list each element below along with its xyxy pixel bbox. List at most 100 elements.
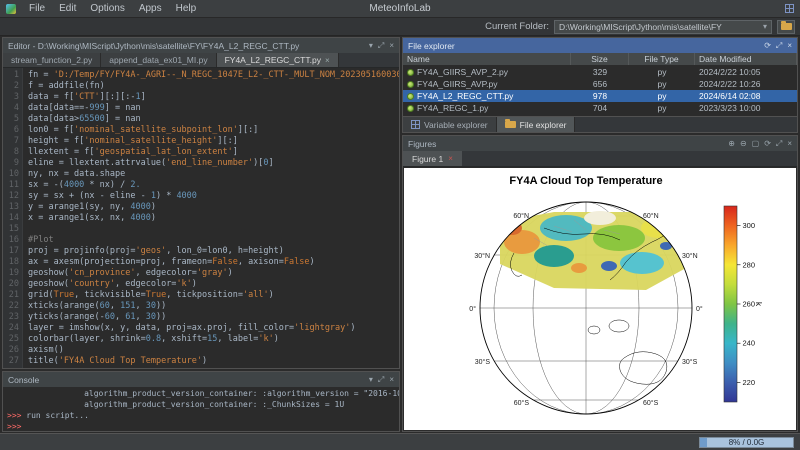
file-explorer-panel: File explorer ⟳ ⤢ × NameSizeFile TypeDat… [402,37,798,133]
map-figure[interactable]: FY4A Cloud Top Temperature [404,168,796,430]
editor-panel-title: Editor - D:\Working\MIScript\Jython\mis\… [8,41,299,51]
editor-tab[interactable]: FY4A_L2_REGC_CTT.py× [217,53,339,67]
memory-usage-indicator: 8% / 0.0G [699,437,794,448]
colorbar-tick-label: 220 [743,378,756,387]
editor-panel-header: Editor - D:\Working\MIScript\Jython\mis\… [3,38,399,53]
menu-bar: FileEditOptionsAppsHelp MeteoInfoLab [0,0,800,18]
python-file-icon [407,93,414,100]
figures-panel-header: Figures ⊕ ⊖ ▢ ⟳ ⤢ × [403,136,797,151]
python-file-icon [407,81,414,88]
folder-icon [781,23,792,30]
column-header[interactable]: File Type [629,53,695,65]
console-float-icon[interactable]: ⤢ [378,375,384,385]
figure-title: FY4A Cloud Top Temperature [509,175,662,187]
column-header[interactable]: Name [403,53,571,65]
figure-tab[interactable]: Figure 1 × [403,151,462,166]
column-header[interactable]: Size [571,53,629,65]
colorbar-label: k [754,302,764,307]
figure-tab-bar: Figure 1 × [403,151,797,167]
refresh-icon[interactable]: ⟳ [764,139,771,148]
console-close-icon[interactable]: × [389,375,394,384]
editor-tab[interactable]: stream_function_2.py [3,53,101,67]
colorbar-tick-label: 240 [743,339,756,348]
editor-panel: Editor - D:\Working\MIScript\Jython\mis\… [2,37,400,369]
code-editor[interactable]: 1234567891011121314151617181920212223242… [3,68,399,368]
figure-tab-close-icon[interactable]: × [448,154,453,163]
menu-apps[interactable]: Apps [132,2,169,15]
graticule-label: 60°S [643,399,659,407]
line-number-gutter: 1234567891011121314151617181920212223242… [3,68,23,368]
colorbar-tick-label: 280 [743,260,756,269]
figure-tab-label: Figure 1 [412,154,443,164]
graticule-label: 60°N [513,212,529,220]
zoom-out-icon[interactable]: ⊖ [740,139,747,148]
colorbar-tick-label: 300 [743,221,756,230]
status-bar: 8% / 0.0G [0,433,800,450]
panel-tab-variable-explorer[interactable]: Variable explorer [403,117,497,132]
browse-folder-button[interactable] [777,20,795,34]
colorbar: 300 280 260 240 220 k [724,206,764,402]
satellite-data-layer [500,211,686,290]
explorer-refresh-icon[interactable]: ⟳ [764,41,771,50]
table-header-row: NameSizeFile TypeDate Modified [403,53,797,66]
graticule-label: 60°N [643,212,659,220]
app-logo-icon [6,4,16,14]
file-row[interactable]: FY4A_L2_REGC_CTT.py978py2024/6/14 02:08 [403,90,797,102]
explorer-bottom-tabs: Variable explorerFile explorer [403,116,797,132]
graticule-label: 30°S [475,358,491,366]
console-menu-icon[interactable]: ▾ [369,375,373,384]
apps-grid-icon[interactable] [785,4,794,13]
current-folder-input[interactable]: D:\Working\MIScript\Jython\mis\satellite… [554,20,772,34]
graticule-label: 0° [696,305,703,313]
file-table: NameSizeFile TypeDate ModifiedFY4A_GIIRS… [403,53,797,116]
editor-menu-icon[interactable]: ▾ [369,41,373,50]
console-panel-header: Console ▾ ⤢ × [3,372,399,387]
colorbar-tick-label: 260 [743,300,756,309]
explorer-float-icon[interactable]: ⤢ [776,41,782,51]
zoom-in-icon[interactable]: ⊕ [728,139,735,148]
explorer-close-icon[interactable]: × [787,41,792,50]
console-panel: Console ▾ ⤢ × algorithm_product_version_… [2,371,400,432]
column-header[interactable]: Date Modified [695,53,797,65]
file-row[interactable]: FY4A_GIIRS_AVP.py656py2024/2/22 10:26 [403,78,797,90]
graticule-label: 30°S [682,358,698,366]
python-file-icon [407,105,414,112]
select-icon[interactable]: ▢ [752,139,760,148]
figures-panel: Figures ⊕ ⊖ ▢ ⟳ ⤢ × Figure 1 × [402,135,798,432]
file-explorer-title: File explorer [408,41,455,51]
editor-tab[interactable]: append_data_ex01_MI.py [101,53,216,67]
figures-float-icon[interactable]: ⤢ [776,139,782,149]
figure-canvas[interactable]: FY4A Cloud Top Temperature [404,168,796,430]
chevron-down-icon[interactable]: ▾ [763,22,767,31]
figures-close-icon[interactable]: × [787,139,792,148]
code-text[interactable]: fn = 'D:/Temp/FY/FY4A-_AGRI--_N_REGC_104… [23,68,399,368]
menu-help[interactable]: Help [169,2,204,15]
file-row[interactable]: FY4A_REGC_1.py704py2023/3/23 10:00 [403,102,797,114]
graticule-label: 30°N [682,252,698,260]
main-menu: FileEditOptionsAppsHelp [22,2,203,15]
panel-tab-file-explorer[interactable]: File explorer [497,117,576,132]
file-row[interactable]: FY4A_GIIRS_AVP_2.py329py2024/2/22 10:05 [403,66,797,78]
memory-usage-text: 8% / 0.0G [729,438,765,447]
current-folder-toolbar: Current Folder: D:\Working\MIScript\Jyth… [0,18,800,36]
folder-icon [505,121,516,128]
menu-options[interactable]: Options [83,2,131,15]
editor-tab-bar: stream_function_2.pyappend_data_ex01_MI.… [3,53,399,68]
grid-icon [411,120,420,129]
graticule-label: 60°S [514,399,530,407]
tab-close-icon[interactable]: × [325,56,330,65]
memory-usage-fill [700,438,707,447]
figures-panel-title: Figures [408,139,436,149]
graticule-label: 30°N [474,252,490,260]
menu-edit[interactable]: Edit [52,2,83,15]
menu-file[interactable]: File [22,2,52,15]
file-explorer-header: File explorer ⟳ ⤢ × [403,38,797,53]
graticule-label: 0° [469,305,476,313]
current-folder-path: D:\Working\MIScript\Jython\mis\satellite… [559,22,759,32]
console-output[interactable]: algorithm_product_version_container: :al… [3,387,399,431]
editor-close-icon[interactable]: × [389,41,394,50]
console-panel-title: Console [8,375,39,385]
python-file-icon [407,69,414,76]
editor-float-icon[interactable]: ⤢ [378,41,384,51]
current-folder-label: Current Folder: [485,21,549,32]
